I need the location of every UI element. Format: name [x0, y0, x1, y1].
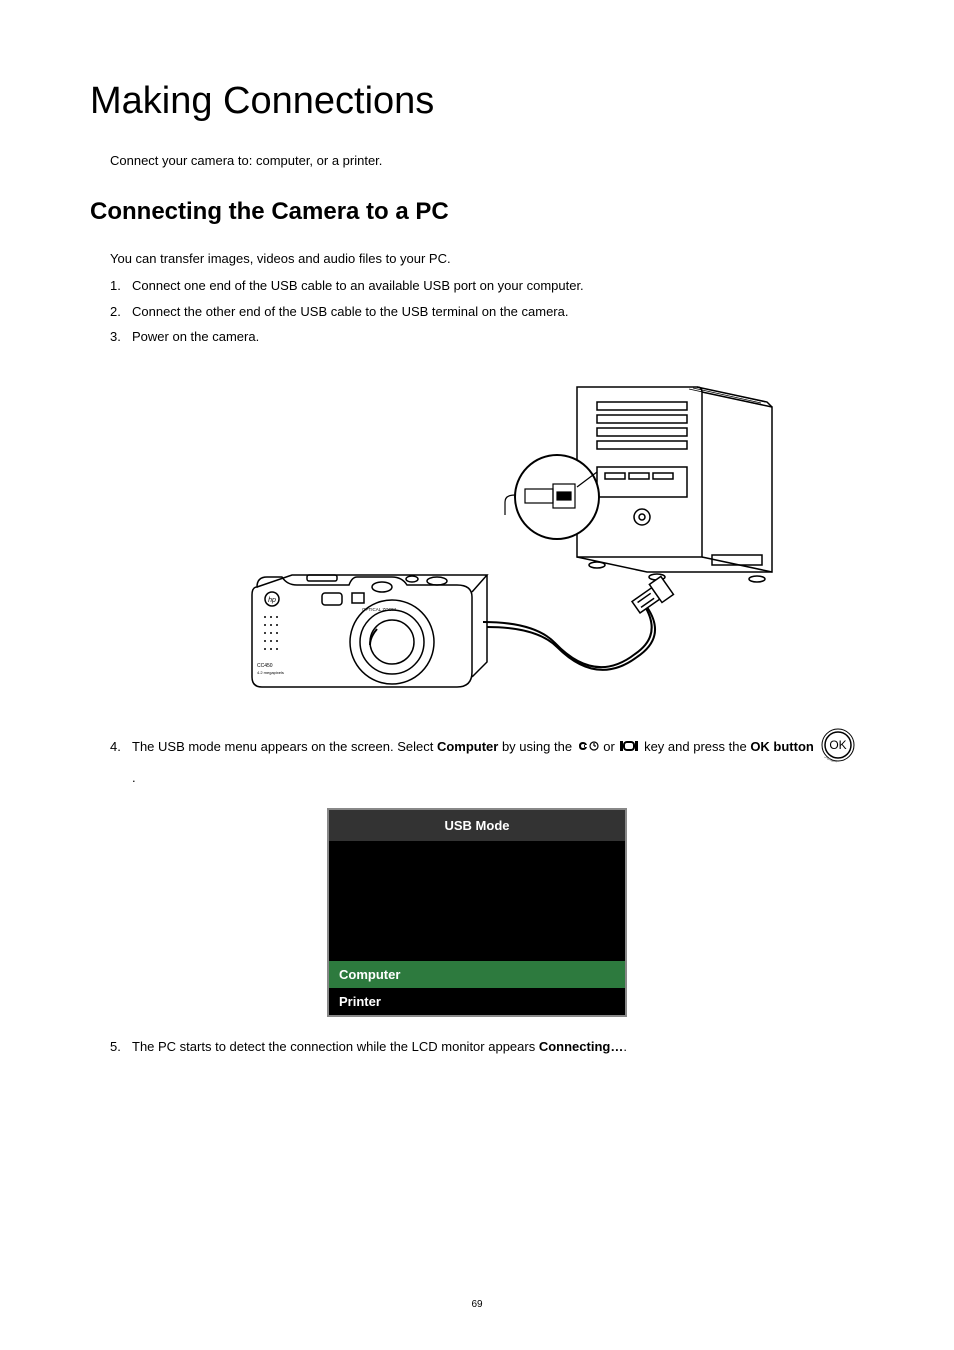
ok-label: OK	[830, 738, 847, 752]
bold-ok-button: OK button	[750, 739, 814, 754]
intro-text: Connect your camera to: computer, or a p…	[110, 153, 864, 168]
step-text: Connect the other end of the USB cable t…	[132, 302, 864, 322]
steps-list: 1. Connect one end of the USB cable to a…	[110, 276, 864, 347]
step-number: 1.	[110, 278, 132, 293]
steps-list-continued-2: 5. The PC starts to detect the connectio…	[110, 1037, 864, 1057]
step-text: The USB mode menu appears on the screen.…	[132, 727, 864, 788]
page-number: 69	[0, 1299, 954, 1310]
step-number: 5.	[110, 1039, 132, 1054]
text-fragment: or	[600, 739, 619, 754]
text-fragment: .	[132, 770, 136, 785]
text-fragment: by using the	[498, 739, 575, 754]
usb-mode-title: USB Mode	[329, 810, 625, 841]
text-fragment: The USB mode menu appears on the screen.…	[132, 739, 437, 754]
step-text: Power on the camera.	[132, 327, 864, 347]
text-fragment: The PC starts to detect the connection w…	[132, 1039, 539, 1054]
usb-mode-body	[329, 841, 625, 961]
section-heading: Connecting the Camera to a PC	[90, 198, 864, 226]
step-text: Connect one end of the USB cable to an a…	[132, 276, 864, 296]
step-number: 3.	[110, 329, 132, 344]
svg-text:CC450: CC450	[257, 663, 273, 669]
text-fragment: .	[623, 1039, 627, 1054]
step-number: 2.	[110, 304, 132, 319]
step-2: 2. Connect the other end of the USB cabl…	[110, 302, 864, 322]
bold-computer: Computer	[437, 739, 498, 754]
usb-mode-menu: USB Mode Computer Printer	[327, 808, 627, 1017]
step-number: 4.	[110, 739, 132, 754]
bold-connecting: Connecting…	[539, 1039, 624, 1054]
display-key-icon	[619, 738, 639, 758]
step-text: The PC starts to detect the connection w…	[132, 1037, 864, 1057]
page-title: Making Connections	[90, 80, 864, 123]
usb-mode-item-computer: Computer	[329, 961, 625, 988]
text-fragment: key and press the	[640, 739, 750, 754]
svg-text:OPTICAL ZOOM: OPTICAL ZOOM	[362, 607, 396, 612]
step-3: 3. Power on the camera.	[110, 327, 864, 347]
macro-timer-key-icon	[577, 738, 599, 758]
step-1: 1. Connect one end of the USB cable to a…	[110, 276, 864, 296]
ok-button-icon: OK	[820, 727, 856, 769]
camera-pc-connection-diagram: hp CC450 4.2 megapixels OPTICAL ZOOM	[157, 367, 797, 707]
usb-mode-item-printer: Printer	[329, 988, 625, 1015]
svg-text:hp: hp	[268, 597, 276, 604]
svg-text:4.2 megapixels: 4.2 megapixels	[257, 670, 284, 675]
step-4: 4. The USB mode menu appears on the scre…	[110, 727, 864, 788]
steps-list-continued: 4. The USB mode menu appears on the scre…	[110, 727, 864, 788]
section-intro: You can transfer images, videos and audi…	[110, 251, 864, 266]
step-5: 5. The PC starts to detect the connectio…	[110, 1037, 864, 1057]
